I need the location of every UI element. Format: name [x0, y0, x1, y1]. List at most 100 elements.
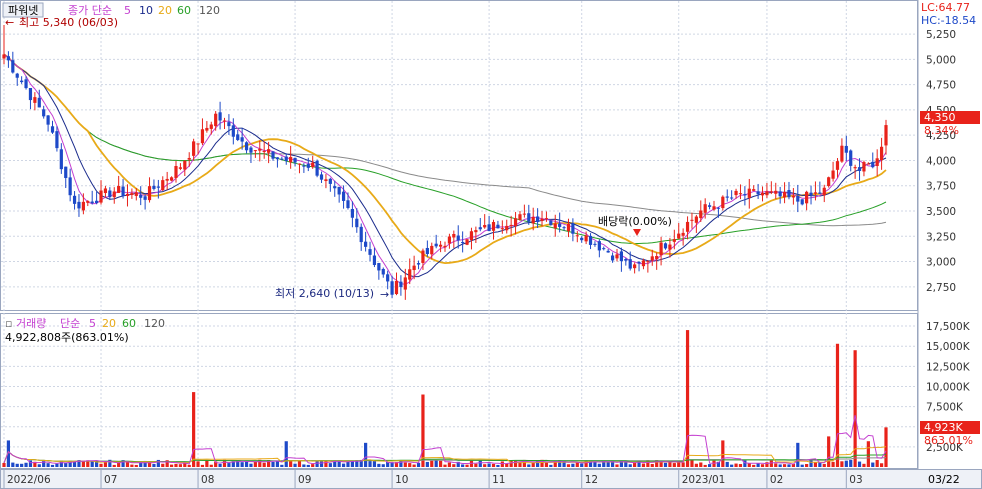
volume-tick-label: 17,500K [926, 321, 971, 333]
volume-bar [584, 460, 588, 467]
candle-body [187, 157, 191, 160]
candle [549, 220, 553, 226]
volume-bar [192, 392, 196, 467]
volume-bar [628, 464, 632, 467]
volume-bar [178, 464, 182, 467]
candle-body [355, 218, 359, 228]
candle-body [130, 193, 134, 195]
volume-bar [156, 459, 160, 467]
candle-body [438, 244, 443, 247]
volume-bar [782, 464, 787, 467]
candle-body [421, 250, 425, 263]
candle-body [465, 239, 469, 245]
volume-bar [187, 464, 191, 467]
candle-body [24, 79, 28, 89]
max-price-note: 최고 5,340 (06/03) [19, 16, 118, 29]
candle-body [721, 196, 725, 209]
volume-bar [99, 463, 103, 467]
candle-body [117, 185, 121, 193]
candle-body [99, 190, 103, 203]
volume-bar [478, 460, 482, 467]
volume-bar [112, 464, 116, 467]
legend-ma120: 120 [199, 4, 220, 17]
volume-bar [491, 463, 496, 467]
volume-bar [403, 462, 407, 467]
candle-body [90, 201, 94, 204]
date-tick-label: 11 [492, 474, 505, 486]
volume-bar [399, 460, 403, 467]
candle-body [267, 149, 271, 153]
candle-body [663, 243, 668, 249]
volume-bar [668, 462, 672, 467]
candle-body [672, 239, 676, 242]
volume-bar [571, 463, 575, 467]
volume-bar [174, 463, 178, 467]
volume-bar [566, 464, 571, 467]
volume-bar [227, 463, 231, 467]
candle-body [840, 145, 844, 162]
candle-body [280, 158, 284, 160]
date-tick-label: 03 [849, 474, 862, 486]
legend-ma20: 20 [158, 4, 172, 17]
candle-body [430, 245, 434, 255]
price-tick-label: 2,750 [926, 282, 956, 294]
candle-body [509, 224, 513, 227]
volume-bar [597, 463, 601, 467]
candle-body [11, 60, 15, 73]
volume-bar [738, 464, 743, 467]
date-tick-label: 02 [770, 474, 783, 486]
volume-bar [209, 464, 213, 467]
candle-body [289, 156, 293, 163]
candle-body [610, 255, 615, 261]
candle-body [743, 194, 747, 196]
candle-body [425, 247, 429, 255]
candle-body [800, 199, 804, 205]
date-tick-label: 09 [298, 474, 311, 486]
volume-bar [306, 464, 310, 467]
volume-bar [496, 464, 500, 467]
volume-bar [474, 463, 478, 467]
candle-body [558, 223, 562, 227]
volume-bar [756, 463, 760, 467]
candle-body [205, 127, 209, 131]
volume-bar [368, 461, 372, 467]
volume-bar [694, 463, 698, 467]
candle-body [152, 185, 156, 189]
volume-bar [443, 464, 447, 467]
volume-tick-label: 10,000K [926, 381, 971, 393]
volume-legend-prefix: 단순 [60, 317, 80, 330]
volume-bar [752, 464, 756, 467]
candle-body [782, 191, 787, 198]
volume-legend-icon: ▫ [5, 317, 12, 330]
volume-bar [37, 464, 41, 467]
volume-bar [2, 462, 6, 467]
candle-body [59, 149, 63, 170]
volume-bar [862, 463, 866, 467]
candle-body [474, 230, 478, 233]
candle-body [478, 227, 482, 230]
candle-body [747, 188, 751, 198]
candle-body [253, 150, 257, 152]
candle-body [434, 243, 438, 247]
candle-body [787, 190, 791, 198]
volume-bar [425, 461, 429, 467]
candle-body [862, 162, 866, 172]
candle-body [218, 112, 222, 121]
legend-ma60: 60 [177, 4, 191, 17]
current-date: 03/22 [928, 473, 960, 486]
candle-body [231, 125, 235, 137]
volume-bar [787, 464, 791, 467]
candle-body [2, 54, 6, 59]
volume-bar [831, 461, 835, 467]
candle-body [271, 151, 275, 159]
last-change-pct: 8.34% [924, 124, 959, 137]
candle-body [827, 177, 831, 187]
volume-bar [663, 462, 668, 467]
candle-body [831, 170, 835, 179]
last-volume-pct: 863.01% [924, 434, 973, 447]
volume-bar [615, 464, 619, 467]
volume-bar [465, 464, 469, 467]
candle-body [112, 191, 116, 198]
candle-body [95, 200, 99, 203]
price-tick-label: 3,750 [926, 181, 956, 193]
